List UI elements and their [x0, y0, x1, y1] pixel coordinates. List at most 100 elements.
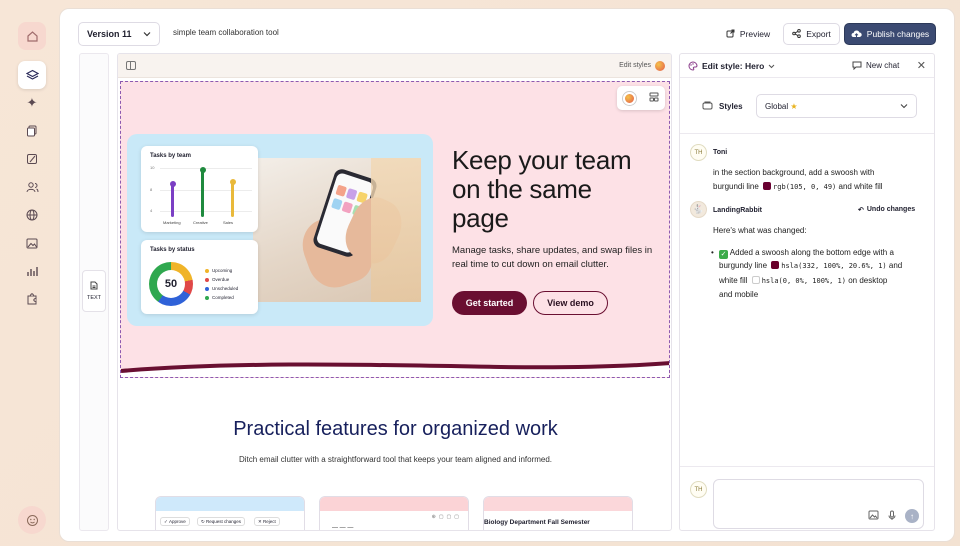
layout-icon[interactable]: [649, 92, 659, 104]
canvas-toolbar: Edit styles: [118, 54, 671, 78]
home-icon[interactable]: [18, 22, 46, 50]
tick-label: 4: [150, 208, 153, 213]
tick-label: 8: [150, 187, 153, 192]
palette-icon[interactable]: [623, 91, 637, 105]
share-icon: [792, 28, 802, 40]
bar-mark: [201, 169, 204, 217]
tasks-by-status-card: Tasks by status 50 Upcoming Overdue Unsc…: [141, 240, 258, 314]
tick-label: 10: [150, 165, 155, 170]
features-title[interactable]: Practical features for organized work: [118, 418, 671, 441]
face-icon[interactable]: [18, 506, 46, 534]
feature-card[interactable]: ⊕▢▢▢ — — —: [319, 496, 469, 530]
composer-area: TH ↑: [680, 466, 934, 530]
check-icon: ✓: [719, 249, 728, 259]
styles-row: Styles Global ★: [680, 78, 934, 134]
image-icon[interactable]: [868, 510, 879, 522]
request-changes-pill: ↻ Request changes: [197, 517, 246, 526]
avatar: TH: [690, 481, 707, 498]
document-icon: [90, 281, 98, 292]
bar-label: Sales: [223, 220, 234, 225]
app-window: Version 11 simple team collaboration too…: [59, 8, 955, 542]
send-button[interactable]: ↑: [905, 509, 919, 523]
pages-icon[interactable]: [18, 117, 46, 145]
text-tool-label: TEXT: [86, 295, 102, 301]
user-message: in the section background, add a swoosh …: [713, 168, 883, 191]
panel-header: Edit style: Hero New chat ✕: [680, 54, 934, 78]
bar-cap: [199, 167, 206, 173]
version-select[interactable]: Version 11: [78, 22, 160, 46]
preview-button[interactable]: Preview: [718, 23, 778, 45]
approve-pill: ✓ Approve: [160, 517, 190, 526]
feature-card[interactable]: Biology Department Fall Semester: [483, 496, 633, 530]
avatar: TH: [690, 144, 707, 161]
export-label: Export: [806, 29, 831, 39]
project-title: simple team collaboration tool: [173, 28, 279, 37]
hero-image: Tasks by team 10 8 4 Marketing Creative Sa…: [127, 134, 433, 326]
legend-item: Upcoming: [205, 266, 238, 275]
palette-icon[interactable]: [655, 61, 665, 71]
undo-icon: ↶: [858, 207, 864, 214]
message-author: Toni: [713, 149, 728, 156]
legend-item: Completed: [205, 293, 238, 302]
preview-label: Preview: [739, 29, 771, 39]
rabbit-avatar-icon: 🐇: [690, 201, 707, 218]
bot-message: Here's what was changed: • ✓ Added a swo…: [711, 226, 903, 299]
section-tools: [617, 86, 665, 110]
page-canvas: Edit styles Tasks by team 10 8 4 Marketi…: [117, 53, 672, 531]
feature-card[interactable]: ✓ Approve ↻ Request changes ✕ Reject: [155, 496, 305, 530]
bar-mark: [231, 181, 234, 217]
brush-icon[interactable]: [18, 145, 46, 173]
card-title: Tasks by status: [150, 247, 195, 253]
hero-title[interactable]: Keep your team on the same page: [452, 146, 652, 233]
close-icon[interactable]: ✕: [917, 59, 926, 72]
features-subtitle[interactable]: Ditch email clutter with a straightforwa…: [118, 455, 671, 464]
hero-swoosh: [121, 361, 669, 377]
version-label: Version 11: [87, 29, 132, 39]
globe-icon[interactable]: [18, 201, 46, 229]
puzzle-icon[interactable]: [18, 285, 46, 313]
cloud-upload-icon: [851, 29, 862, 40]
star-icon: ★: [790, 101, 798, 111]
status-legend: Upcoming Overdue Unscheduled Completed: [205, 266, 238, 302]
styles-value: Global: [765, 101, 789, 111]
view-demo-button[interactable]: View demo: [533, 291, 608, 315]
legend-item: Overdue: [205, 275, 238, 284]
layers-icon[interactable]: [18, 61, 46, 89]
new-chat-button[interactable]: New chat: [852, 61, 899, 72]
status-donut: 50: [149, 262, 193, 306]
bar-label: Marketing: [163, 220, 181, 225]
hero-section[interactable]: Tasks by team 10 8 4 Marketing Creative Sa…: [120, 81, 670, 378]
external-link-icon: [726, 29, 735, 40]
message-input[interactable]: ↑: [713, 479, 924, 529]
chart-icon[interactable]: [18, 257, 46, 285]
card-title: Tasks by team: [150, 153, 191, 159]
panel-title[interactable]: Edit style: Hero: [702, 61, 775, 71]
publish-label: Publish changes: [866, 29, 930, 39]
image-icon[interactable]: [18, 229, 46, 257]
styles-label: Styles: [702, 101, 743, 112]
left-rail: ✦: [14, 18, 50, 538]
tasks-by-team-card: Tasks by team 10 8 4 Marketing Creative Sa…: [141, 146, 258, 232]
export-button[interactable]: Export: [783, 23, 840, 45]
style-chat-panel: Edit style: Hero New chat ✕ Styles Globa…: [679, 53, 935, 531]
sidebar-toggle-icon[interactable]: [126, 61, 136, 70]
text-tool-button[interactable]: TEXT: [82, 270, 106, 312]
hero-subtitle[interactable]: Manage tasks, share updates, and swap fi…: [452, 244, 662, 272]
element-toolbar: TEXT: [79, 53, 109, 531]
get-started-button[interactable]: Get started: [452, 291, 527, 315]
users-icon[interactable]: [18, 173, 46, 201]
edit-styles-label[interactable]: Edit styles: [619, 62, 651, 69]
bar-cap: [169, 181, 176, 187]
phone-photo: [253, 158, 421, 302]
message-author: LandingRabbit: [713, 207, 762, 214]
reject-pill: ✕ Reject: [254, 517, 280, 526]
undo-changes-button[interactable]: ↶ Undo changes: [858, 206, 915, 214]
chevron-down-icon: [900, 102, 908, 111]
microphone-icon[interactable]: [888, 510, 896, 523]
sparkles-icon[interactable]: ✦: [18, 89, 46, 117]
styles-select[interactable]: Global ★: [756, 94, 917, 118]
composer-actions: ↑: [868, 509, 919, 523]
palette-icon: [688, 61, 698, 73]
publish-button[interactable]: Publish changes: [844, 23, 936, 45]
chat-icon: [852, 61, 862, 72]
